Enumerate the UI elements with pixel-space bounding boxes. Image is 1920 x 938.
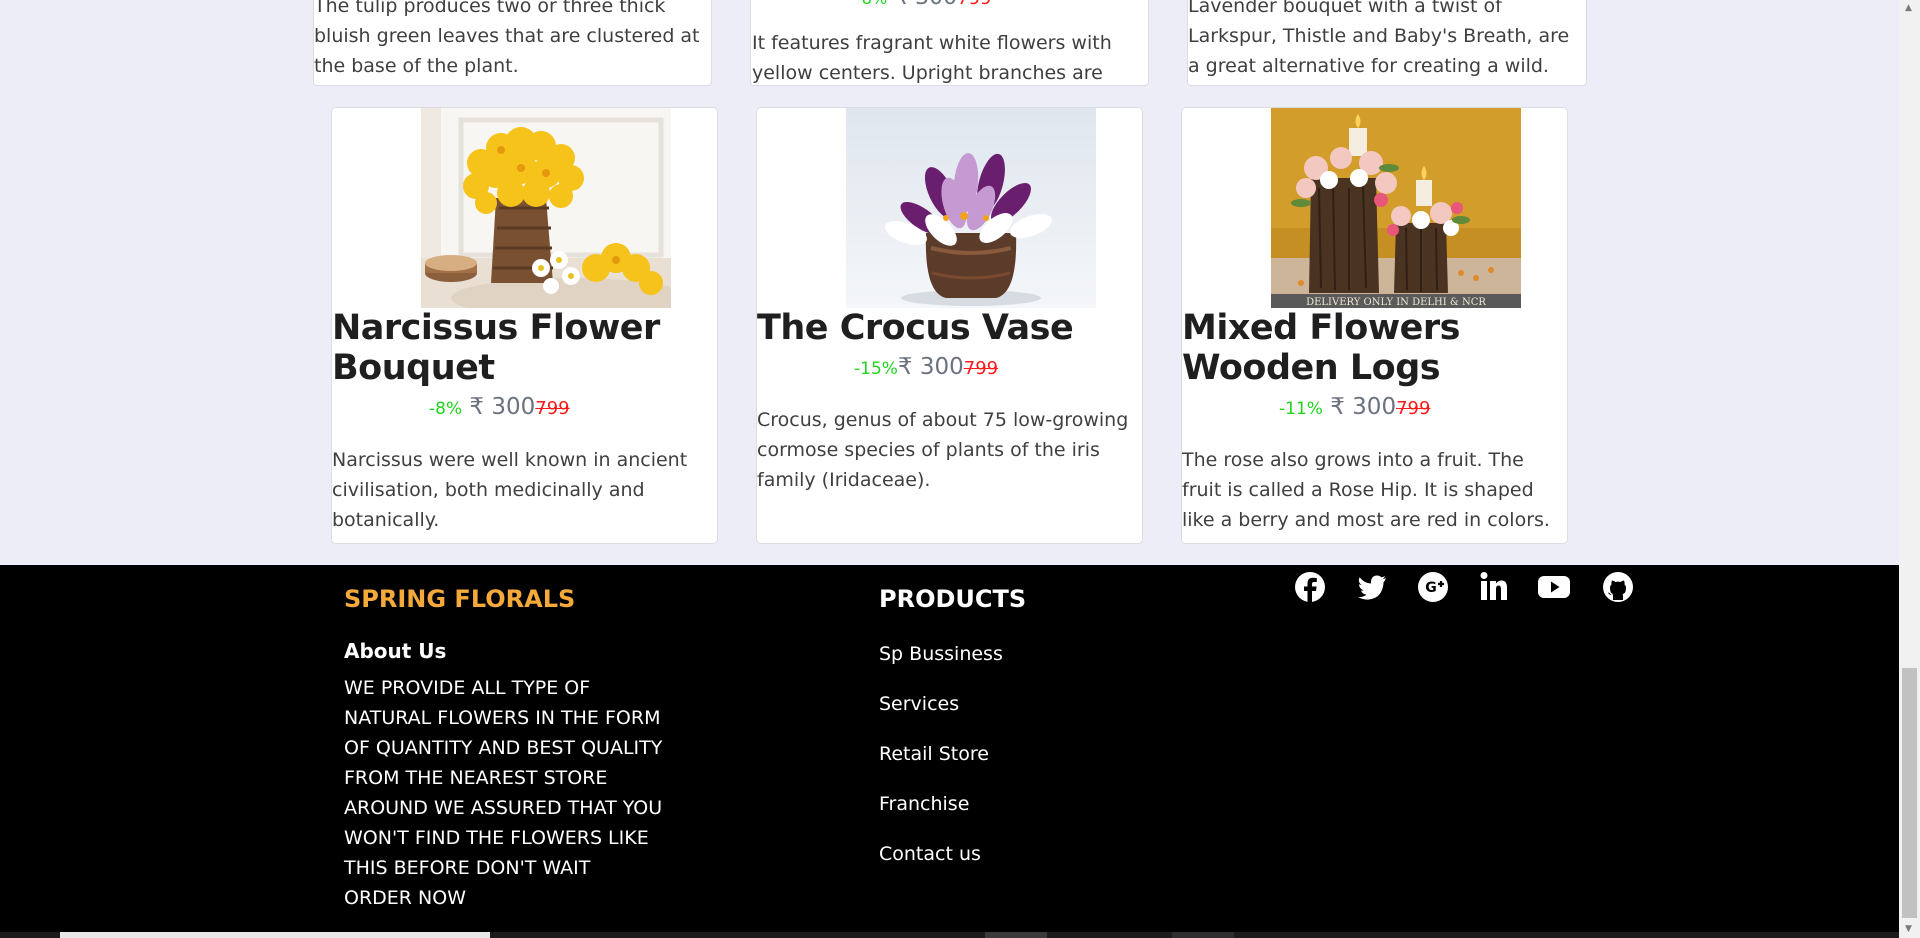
- taskbar-item[interactable]: [985, 932, 1047, 938]
- product-price: -8% ₹ 300799: [856, 0, 992, 10]
- discount-badge: -8%: [856, 0, 887, 8]
- svg-text:G: G: [1425, 580, 1437, 596]
- product-title[interactable]: Mixed Flowers Wooden Logs: [1182, 308, 1562, 388]
- scroll-down-arrow-icon[interactable]: ▼: [1905, 924, 1912, 934]
- taskbar-item[interactable]: [1172, 932, 1234, 938]
- current-price: ₹ 300: [894, 0, 957, 10]
- product-description: Crocus, genus of about 75 low-growing co…: [757, 409, 1129, 491]
- vertical-scrollbar[interactable]: ▲ ▼: [1899, 0, 1920, 938]
- github-icon[interactable]: [1601, 570, 1635, 604]
- about-text: WE PROVIDE ALL TYPE OF NATURAL FLOWERS I…: [344, 677, 663, 909]
- product-card-mixed-flowers[interactable]: DELIVERY ONLY IN DELHI & NCR Mixed Flowe…: [1181, 107, 1568, 544]
- delivery-caption: DELIVERY ONLY IN DELHI & NCR: [1306, 297, 1486, 308]
- facebook-icon[interactable]: [1293, 570, 1327, 604]
- product-card: The tulip produces two or three thick bl…: [313, 0, 712, 86]
- scroll-up-arrow-icon[interactable]: ▲: [1905, 3, 1912, 13]
- product-title[interactable]: The Crocus Vase: [757, 308, 1137, 348]
- discount-badge: -11%: [1279, 399, 1323, 419]
- twitter-icon[interactable]: [1355, 570, 1389, 604]
- product-title[interactable]: Narcissus Flower Bouquet: [332, 308, 712, 388]
- product-image-crocus: [846, 108, 1096, 308]
- discount-badge: -8%: [429, 399, 463, 419]
- linkedin-icon[interactable]: [1477, 570, 1511, 604]
- product-description: It features fragrant white flowers with …: [752, 32, 1112, 84]
- google-plus-icon[interactable]: G: [1416, 570, 1450, 604]
- youtube-icon[interactable]: [1537, 570, 1571, 604]
- product-image-narcissus: [421, 108, 671, 308]
- scrollbar-thumb[interactable]: [1902, 668, 1917, 918]
- product-price: -8% ₹ 300799: [429, 394, 570, 420]
- product-card: Lavender bouquet with a twist of Larkspu…: [1187, 0, 1587, 86]
- taskbar-strip: [0, 932, 1899, 938]
- discount-badge: -15%: [854, 359, 898, 379]
- footer-link-services[interactable]: Services: [879, 693, 1003, 743]
- about-heading: About Us: [344, 639, 447, 663]
- footer-link-sp-bussiness[interactable]: Sp Bussiness: [879, 643, 1003, 693]
- product-description: The rose also grows into a fruit. The fr…: [1182, 449, 1550, 531]
- product-card-crocus[interactable]: The Crocus Vase -15%₹ 300799 Crocus, gen…: [756, 107, 1143, 544]
- current-price: ₹ 300: [469, 394, 536, 420]
- current-price: ₹ 300: [1330, 394, 1397, 420]
- product-image-mixed-flowers: DELIVERY ONLY IN DELHI & NCR: [1271, 108, 1521, 308]
- product-card: -8% ₹ 300799 It features fragrant white …: [750, 0, 1149, 86]
- product-card-narcissus[interactable]: Narcissus Flower Bouquet -8% ₹ 300799 Na…: [331, 107, 718, 544]
- product-price: -11% ₹ 300799: [1279, 394, 1430, 420]
- products-links: Sp Bussiness Services Retail Store Franc…: [879, 643, 1003, 893]
- old-price: 799: [963, 358, 999, 379]
- product-price: -15%₹ 300799: [854, 354, 998, 380]
- footer-brand[interactable]: SPRING FLORALS: [344, 585, 575, 613]
- product-description: Narcissus were well known in ancient civ…: [332, 449, 688, 531]
- product-description: The tulip produces two or three thick bl…: [314, 0, 700, 77]
- product-description: Lavender bouquet with a twist of Larkspu…: [1188, 0, 1570, 77]
- old-price: 799: [535, 398, 570, 419]
- products-heading: PRODUCTS: [879, 585, 1027, 613]
- footer-link-franchise[interactable]: Franchise: [879, 793, 1003, 843]
- footer-link-retail-store[interactable]: Retail Store: [879, 743, 1003, 793]
- old-price: 799: [957, 0, 991, 9]
- taskbar-item[interactable]: [60, 932, 490, 938]
- current-price: ₹ 300: [897, 354, 964, 380]
- old-price: 799: [1396, 398, 1431, 419]
- page-viewport: The tulip produces two or three thick bl…: [0, 0, 1899, 938]
- site-footer: SPRING FLORALS About Us WE PROVIDE ALL T…: [0, 565, 1899, 938]
- footer-link-contact-us[interactable]: Contact us: [879, 843, 1003, 893]
